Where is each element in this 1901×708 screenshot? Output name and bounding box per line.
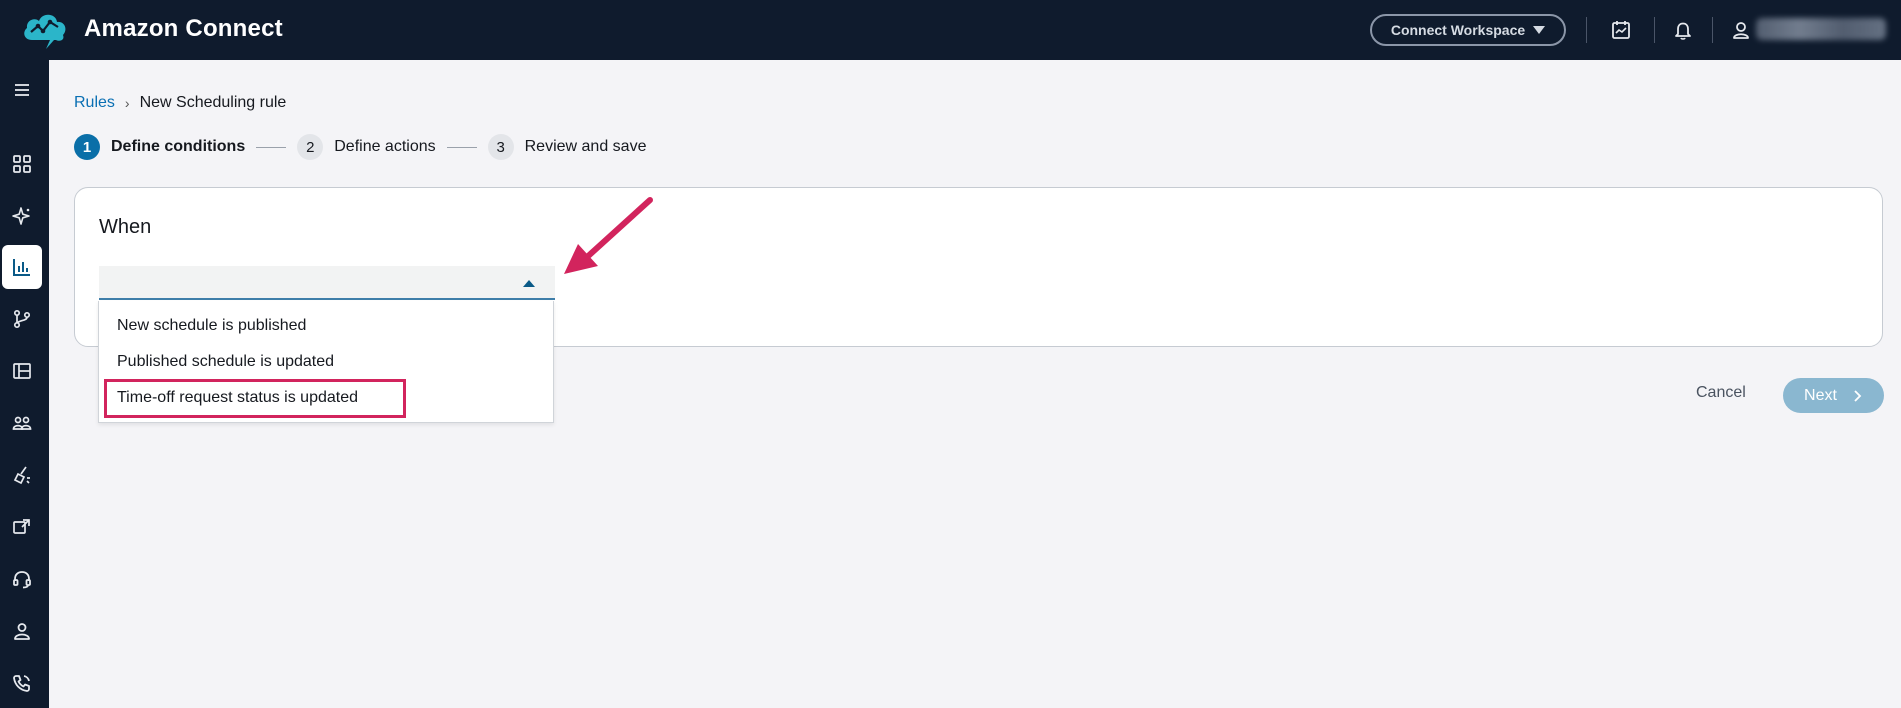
connect-workspace-button[interactable]: Connect Workspace — [1370, 14, 1566, 46]
card-title: When — [99, 216, 152, 238]
user-profile-icon[interactable] — [2, 609, 42, 653]
step-connector — [446, 146, 477, 148]
chevron-right-icon — [1854, 389, 1862, 402]
next-button[interactable]: Next — [1783, 378, 1884, 413]
connect-workspace-label: Connect Workspace — [1390, 22, 1526, 38]
side-nav — [0, 60, 49, 708]
menu-icon[interactable] — [2, 68, 42, 112]
next-button-label: Next — [1804, 386, 1837, 404]
breadcrumb-separator: › — [124, 95, 130, 111]
connect-cloud-logo-icon[interactable] — [20, 8, 70, 50]
step-1-number: 1 — [74, 134, 100, 160]
breadcrumb-rules-link[interactable]: Rules — [74, 94, 115, 112]
user-icon[interactable] — [1730, 19, 1752, 41]
annotation-arrow-icon — [564, 197, 653, 274]
dashboard-grid-icon[interactable] — [2, 142, 42, 186]
channels-icon[interactable] — [2, 505, 42, 549]
cancel-button[interactable]: Cancel — [1696, 384, 1746, 402]
table-layout-icon[interactable] — [2, 349, 42, 393]
step-1-label: Define conditions — [111, 138, 246, 155]
trigger-select[interactable] — [99, 266, 555, 300]
users-group-icon[interactable] — [2, 401, 42, 445]
app-title: Amazon Connect — [84, 15, 283, 42]
headset-icon[interactable] — [2, 557, 42, 601]
analytics-chart-icon[interactable] — [2, 245, 42, 289]
step-connector — [256, 146, 287, 148]
step-3-label: Review and save — [524, 138, 647, 155]
wizard-steps: 1 Define conditions 2 Define actions 3 R… — [74, 134, 646, 160]
step-3-number: 3 — [487, 134, 514, 160]
divider — [1712, 17, 1713, 43]
bell-icon[interactable] — [1672, 19, 1694, 41]
option-published-schedule-updated[interactable]: Published schedule is updated — [117, 353, 334, 371]
step-2-label: Define actions — [334, 138, 436, 155]
top-bar: Amazon Connect Connect Workspace — [0, 0, 1901, 60]
user-name-redacted[interactable] — [1756, 18, 1886, 40]
routing-branch-icon[interactable] — [2, 297, 42, 341]
divider — [1586, 17, 1587, 43]
cleaning-icon[interactable] — [2, 453, 42, 497]
calendar-icon[interactable] — [1610, 19, 1632, 41]
phone-icon[interactable] — [2, 661, 42, 705]
breadcrumb: Rules › New Scheduling rule — [74, 94, 286, 112]
breadcrumb-current: New Scheduling rule — [139, 94, 287, 111]
option-new-schedule-published[interactable]: New schedule is published — [117, 317, 306, 335]
step-2-number: 2 — [297, 134, 324, 160]
caret-down-icon — [1533, 26, 1546, 34]
sparkle-icon[interactable] — [2, 194, 42, 238]
annotation-highlight-box — [104, 379, 406, 418]
caret-up-icon — [523, 280, 535, 287]
divider — [1654, 17, 1655, 43]
